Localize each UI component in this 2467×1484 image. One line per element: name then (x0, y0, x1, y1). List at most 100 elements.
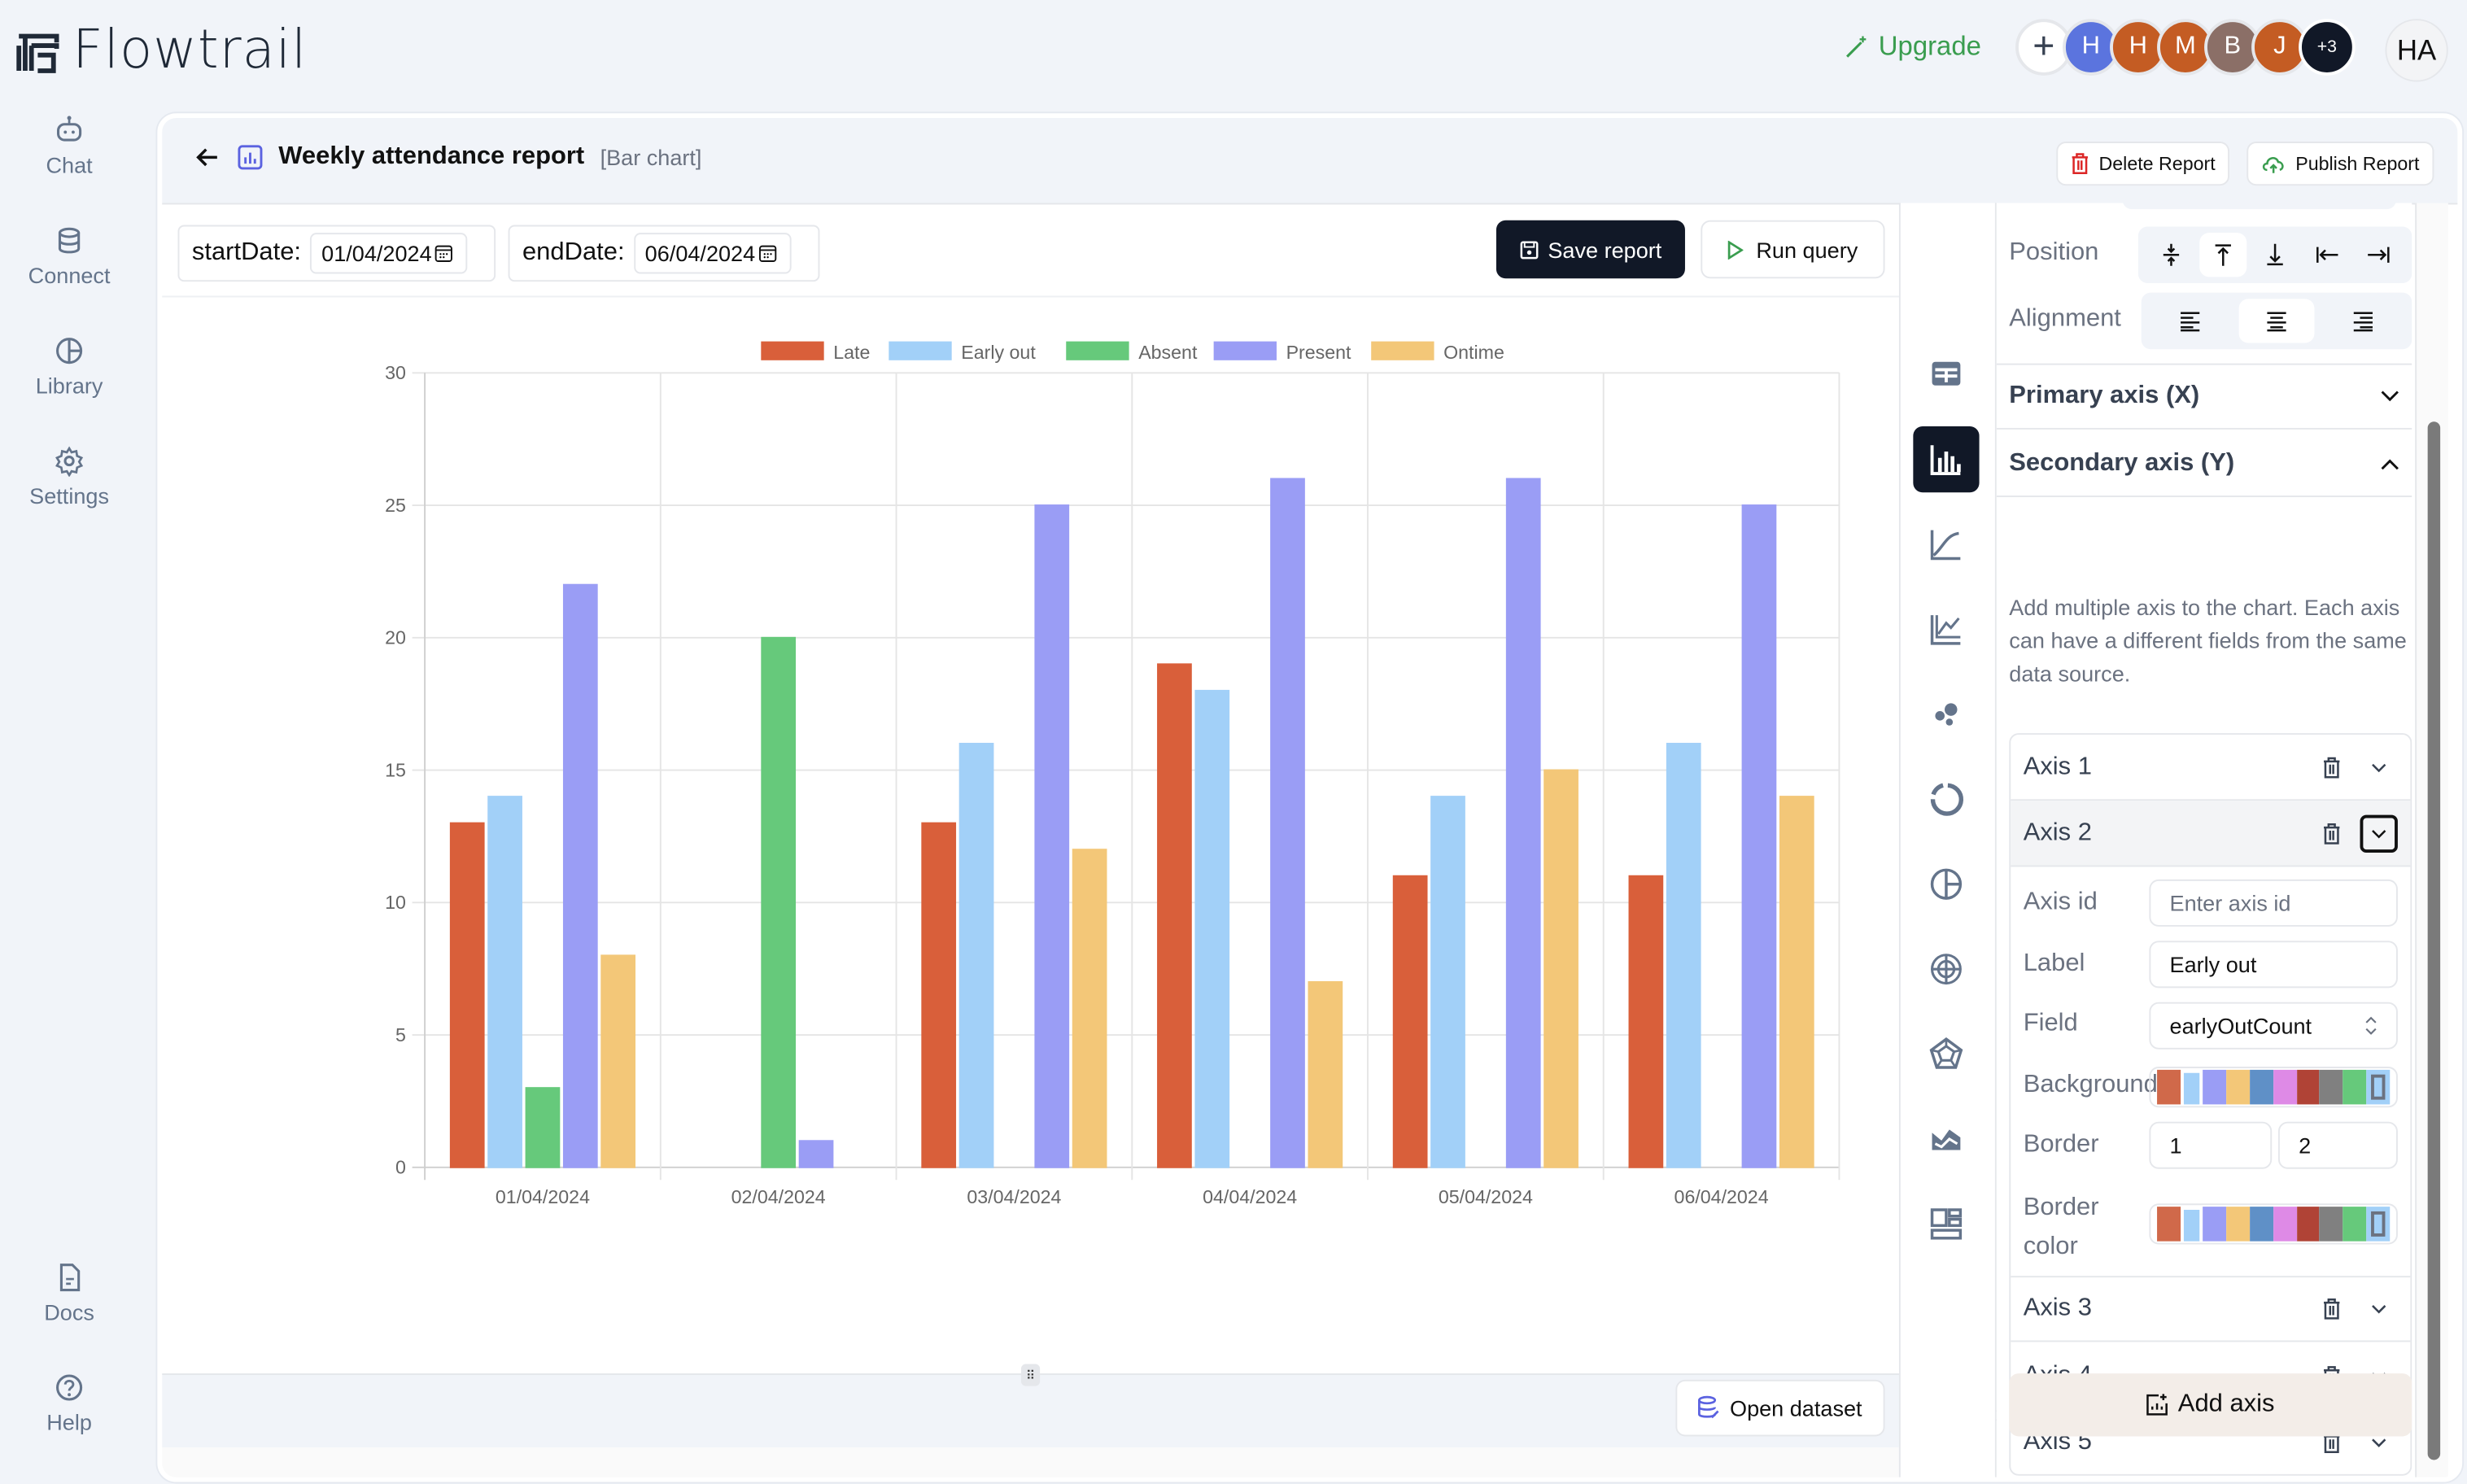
user-avatar[interactable]: HA (2385, 19, 2448, 82)
position-center-option[interactable] (2147, 233, 2194, 277)
chart-type-table[interactable] (1913, 342, 1979, 408)
upgrade-label: Upgrade (1878, 31, 1981, 62)
trash-icon (2072, 153, 2088, 174)
chart-type-line-chart[interactable] (1913, 511, 1979, 577)
chevron-down-icon (2372, 1305, 2386, 1314)
nav-item-docs[interactable]: Docs (0, 1262, 138, 1325)
background-color-swatch[interactable] (2226, 1069, 2250, 1105)
delete-axis-button[interactable] (2312, 1290, 2350, 1328)
axis-item-expanded[interactable]: Axis 2 (2011, 801, 2411, 867)
delete-report-label: Delete Report (2098, 152, 2216, 175)
delete-report-button[interactable]: Delete Report (2056, 142, 2230, 186)
axis-item[interactable]: Axis 3 (2011, 1276, 2411, 1342)
axis-id-input[interactable]: Enter axis id (2149, 879, 2398, 927)
background-color-swatch[interactable] (2273, 1069, 2297, 1105)
position-bottom-option[interactable] (2251, 233, 2299, 277)
bar-late (449, 822, 485, 1168)
end-date-input[interactable]: 06/04/2024 (634, 233, 792, 274)
resize-handle[interactable]: ⠿ (1020, 1364, 1041, 1386)
secondary-axis-section[interactable]: Secondary axis (Y) (1996, 431, 2412, 498)
background-color-swatch[interactable] (2249, 1069, 2273, 1105)
upgrade-button[interactable]: Upgrade (1844, 32, 1981, 63)
alignment-center-option[interactable] (2238, 299, 2315, 343)
open-dataset-button[interactable]: Open dataset (1675, 1379, 1885, 1437)
alignment-end-option[interactable] (2325, 299, 2400, 343)
gear-icon (55, 446, 84, 477)
save-report-button[interactable]: Save report (1495, 220, 1685, 279)
position-left-option[interactable] (2303, 233, 2351, 277)
position-top-option[interactable] (2198, 233, 2246, 277)
bar-early-out (958, 743, 994, 1168)
border-color-swatch[interactable] (2343, 1207, 2367, 1242)
border-color-palette[interactable] (2149, 1203, 2398, 1245)
app-logo[interactable]: Flowtrail (15, 19, 307, 82)
border-color-swatch[interactable] (2183, 1209, 2200, 1242)
chart-type-radar-chart[interactable] (1913, 1021, 1979, 1087)
y-tick-label: 20 (385, 627, 406, 648)
field-select[interactable]: earlyOutCount (2149, 1002, 2398, 1050)
border-radius-input[interactable]: 2 (2277, 1121, 2398, 1169)
chart-type-multi-line-chart[interactable] (1913, 596, 1979, 662)
nav-item-help[interactable]: Help (0, 1372, 138, 1435)
axis-item[interactable]: Axis 1 (2011, 735, 2411, 801)
border-color-swatch[interactable] (2157, 1207, 2181, 1242)
chart-type-doughnut-chart[interactable] (1913, 766, 1979, 832)
primary-axis-section[interactable]: Primary axis (X) (1996, 363, 2412, 430)
position-right-option[interactable] (2356, 233, 2403, 277)
border-color-swatch[interactable] (2296, 1207, 2321, 1242)
expand-axis-button[interactable] (2360, 748, 2398, 785)
y-tick-label: 15 (385, 759, 406, 780)
start-date-label: startDate: (191, 238, 302, 266)
bar-absent (761, 636, 797, 1168)
border-color-swatch[interactable] (2320, 1207, 2343, 1242)
chart-type-polar-chart[interactable] (1913, 936, 1979, 1002)
background-color-swatch[interactable] (2320, 1069, 2343, 1105)
end-date-value: 06/04/2024 (644, 240, 756, 266)
collaborator-avatars: + H H M B J +3 (2015, 19, 2356, 76)
border-color-swatch[interactable] (2366, 1207, 2391, 1242)
delete-axis-button[interactable] (2312, 748, 2350, 785)
more-collaborators-badge[interactable]: +3 (2299, 19, 2356, 76)
nav-item-settings[interactable]: Settings (0, 445, 138, 508)
align-bottom-icon (2267, 243, 2283, 266)
background-color-swatch[interactable] (2183, 1072, 2200, 1105)
border-width-input[interactable]: 1 (2149, 1121, 2273, 1169)
collapse-axis-button[interactable] (2360, 814, 2398, 853)
background-color-swatch[interactable] (2366, 1069, 2391, 1105)
publish-report-button[interactable]: Publish Report (2246, 142, 2434, 186)
background-color-swatch[interactable] (2296, 1069, 2321, 1105)
border-color-swatch[interactable] (2203, 1207, 2227, 1242)
end-date-filter: endDate: 06/04/2024 (508, 225, 820, 282)
report-type-label: [Bar chart] (600, 144, 702, 170)
expand-axis-button[interactable] (2360, 1290, 2398, 1328)
border-color-swatch[interactable] (2249, 1207, 2273, 1242)
calendar-icon[interactable] (758, 244, 777, 263)
chart-type-bubble-chart[interactable] (1913, 681, 1979, 747)
position-label: Position (2009, 238, 2099, 266)
chart-type-dashboard-layout[interactable] (1913, 1191, 1979, 1257)
chart-type-area-chart[interactable] (1913, 1106, 1979, 1172)
background-color-swatch[interactable] (2343, 1069, 2367, 1105)
back-arrow-icon[interactable] (194, 143, 222, 172)
panel-scrollbar-thumb[interactable] (2427, 421, 2441, 1460)
border-color-swatch[interactable] (2273, 1207, 2297, 1242)
background-color-palette[interactable] (2149, 1067, 2398, 1108)
nav-item-library[interactable]: Library (0, 335, 138, 398)
alignment-start-option[interactable] (2153, 299, 2229, 343)
border-color-swatch[interactable] (2226, 1207, 2250, 1242)
chart-type-pie-chart[interactable] (1913, 851, 1979, 917)
background-color-swatch[interactable] (2157, 1069, 2181, 1105)
run-query-button[interactable]: Run query (1701, 220, 1885, 279)
axis-name: Axis 3 (2023, 1294, 2092, 1322)
nav-item-connect[interactable]: Connect (0, 225, 138, 288)
label-label: Label (2023, 949, 2085, 977)
calendar-icon[interactable] (435, 244, 454, 263)
chart-type-bar-chart[interactable] (1913, 426, 1980, 493)
axis-label-input[interactable]: Early out (2149, 941, 2398, 989)
nav-item-chat[interactable]: Chat (0, 115, 138, 178)
add-axis-button[interactable]: Add axis (2009, 1373, 2412, 1437)
background-color-swatch[interactable] (2203, 1069, 2227, 1105)
bar-late (921, 822, 957, 1168)
delete-axis-button[interactable] (2312, 814, 2350, 852)
start-date-input[interactable]: 01/04/2024 (310, 233, 468, 274)
